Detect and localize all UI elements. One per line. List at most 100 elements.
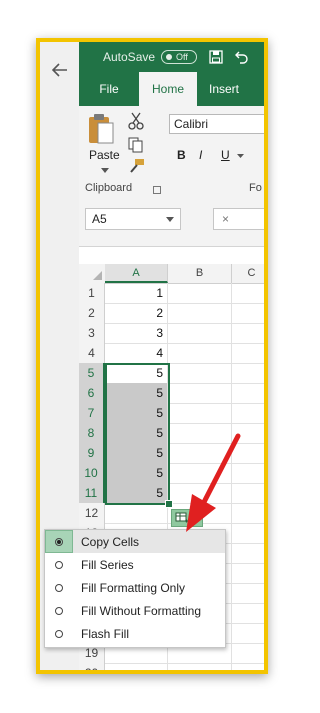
cell-a[interactable]: 5: [105, 423, 168, 443]
bold-button[interactable]: B: [177, 148, 186, 162]
table-row: 55: [79, 363, 264, 384]
font-group-label: Fo: [249, 182, 262, 194]
cell-b[interactable]: [168, 403, 232, 423]
cell-b[interactable]: [168, 323, 232, 343]
tab-insert[interactable]: Insert: [197, 72, 251, 106]
table-row: 44: [79, 343, 264, 364]
column-header-c[interactable]: C: [232, 264, 264, 283]
cell-b[interactable]: [168, 663, 232, 670]
row-header[interactable]: 6: [79, 383, 105, 403]
row-header[interactable]: 11: [79, 483, 105, 503]
undo-icon[interactable]: [235, 50, 249, 64]
cut-icon[interactable]: [127, 112, 145, 130]
radio-wrap: [45, 583, 73, 592]
row-header[interactable]: 3: [79, 323, 105, 343]
radio-icon: [55, 583, 63, 592]
cell-a[interactable]: 5: [105, 483, 168, 503]
radio-wrap: [45, 629, 73, 638]
tab-home[interactable]: Home: [139, 72, 197, 106]
name-box[interactable]: A5: [85, 208, 181, 230]
row-header[interactable]: 12: [79, 503, 105, 523]
row-header[interactable]: 4: [79, 343, 105, 363]
cell-a[interactable]: 1: [105, 283, 168, 303]
menu-item-flash-fill[interactable]: Flash Fill: [45, 622, 225, 645]
autofill-options-button[interactable]: [171, 509, 203, 527]
cell-b[interactable]: [168, 483, 232, 503]
clipboard-launcher-icon[interactable]: [153, 186, 161, 194]
cell-b[interactable]: [168, 303, 232, 323]
paste-button[interactable]: [87, 112, 127, 151]
autofill-options-menu: Copy Cells Fill Series Fill Formatting O…: [44, 529, 226, 648]
cell-a[interactable]: 5: [105, 363, 168, 383]
menu-item-label: Fill Without Formatting: [81, 603, 202, 618]
cell-b[interactable]: [168, 283, 232, 303]
autosave-label: AutoSave: [103, 50, 156, 64]
cell-a[interactable]: 5: [105, 403, 168, 423]
menu-item-label: Flash Fill: [81, 626, 130, 641]
ribbon-home: Paste Clipboard Calibri B I U Fo: [79, 106, 264, 199]
row-header[interactable]: 8: [79, 423, 105, 443]
cell-b[interactable]: [168, 463, 232, 483]
menu-item-label: Copy Cells: [81, 534, 140, 549]
cell-b[interactable]: [168, 363, 232, 383]
menu-item-fill-series[interactable]: Fill Series: [45, 553, 225, 576]
name-box-value: A5: [92, 212, 107, 226]
font-name-field[interactable]: Calibri: [169, 114, 264, 134]
cell-a[interactable]: 2: [105, 303, 168, 323]
radio-icon: [55, 606, 63, 615]
row-header[interactable]: 10: [79, 463, 105, 483]
italic-button[interactable]: I: [199, 148, 202, 162]
paste-label[interactable]: Paste: [89, 148, 120, 162]
cell-a[interactable]: [105, 503, 168, 523]
radio-icon: [55, 560, 63, 569]
row-header[interactable]: 1: [79, 283, 105, 303]
radio-selected-icon: [55, 537, 63, 546]
select-all-corner[interactable]: [79, 264, 106, 283]
paste-dropdown-icon[interactable]: [101, 168, 109, 174]
row-header[interactable]: 20: [79, 663, 105, 670]
row-header[interactable]: 9: [79, 443, 105, 463]
cell-b[interactable]: [168, 443, 232, 463]
chevron-down-icon: [193, 516, 199, 520]
column-header-row: A B C: [79, 264, 264, 284]
table-row: 10 5: [79, 463, 264, 484]
formula-input[interactable]: ×: [213, 208, 264, 230]
cell-b[interactable]: [168, 383, 232, 403]
title-bar: AutoSave Off: [79, 42, 264, 72]
tab-file[interactable]: File: [79, 72, 139, 106]
column-header-b[interactable]: B: [168, 264, 232, 283]
toggle-dot-icon: [166, 54, 173, 60]
menu-item-copy-cells[interactable]: Copy Cells: [45, 530, 225, 553]
format-painter-icon[interactable]: [127, 158, 145, 176]
cell-b[interactable]: [168, 423, 232, 443]
cell-a[interactable]: 4: [105, 343, 168, 363]
cell-b[interactable]: [168, 343, 232, 363]
underline-dropdown-icon[interactable]: [237, 154, 244, 159]
formula-bar: A5 ×: [79, 198, 264, 247]
menu-item-fill-without-formatting[interactable]: Fill Without Formatting: [45, 599, 225, 622]
radio-wrap: [45, 560, 73, 569]
copy-icon[interactable]: [127, 136, 145, 154]
cell-a[interactable]: 5: [105, 443, 168, 463]
row-header[interactable]: 7: [79, 403, 105, 423]
table-row: 22: [79, 303, 264, 324]
cell-a[interactable]: 5: [105, 383, 168, 403]
column-header-a[interactable]: A: [105, 264, 168, 283]
menu-item-label: Fill Formatting Only: [81, 580, 186, 595]
row-header[interactable]: 2: [79, 303, 105, 323]
row-header[interactable]: 5: [79, 363, 105, 383]
save-icon[interactable]: [209, 50, 223, 64]
autosave-toggle-state: Off: [176, 52, 188, 62]
radio-icon: [55, 629, 63, 638]
table-row: 33: [79, 323, 264, 344]
cell-a[interactable]: 5: [105, 463, 168, 483]
cell-a[interactable]: [105, 663, 168, 670]
underline-button[interactable]: U: [221, 148, 230, 162]
fill-handle[interactable]: [165, 500, 173, 508]
table-row: 75: [79, 403, 264, 424]
cell-a[interactable]: 3: [105, 323, 168, 343]
radio-wrap: [45, 530, 73, 553]
menu-item-fill-formatting-only[interactable]: Fill Formatting Only: [45, 576, 225, 599]
back-button[interactable]: [48, 60, 72, 80]
autosave-toggle[interactable]: Off: [161, 50, 198, 64]
